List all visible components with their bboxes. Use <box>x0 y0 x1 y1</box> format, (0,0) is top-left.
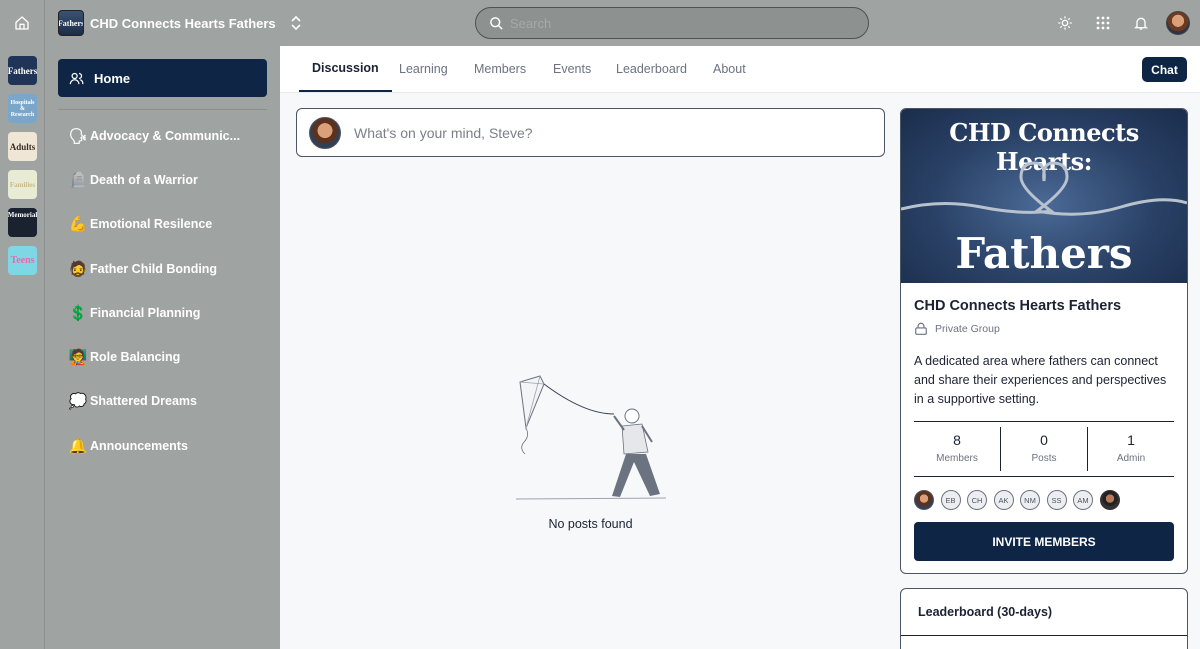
search-icon <box>490 16 503 30</box>
home-button[interactable] <box>0 0 45 46</box>
users-icon <box>69 72 84 84</box>
search-input[interactable] <box>510 15 830 31</box>
sidebar-item-role-balancing[interactable]: 🧑‍🏫 Role Balancing <box>68 345 181 369</box>
stat-admin[interactable]: 1 Admin <box>1087 427 1174 471</box>
apps-button[interactable] <box>1084 0 1122 46</box>
rail-group-teens[interactable]: Teens <box>8 246 37 275</box>
stat-posts: 0 Posts <box>1000 427 1087 471</box>
home-icon <box>15 16 29 30</box>
rail-group-adults[interactable]: Adults <box>8 132 37 161</box>
chat-button[interactable]: Chat <box>1142 57 1187 82</box>
composer-placeholder: What's on your mind, Steve? <box>354 124 533 141</box>
teacher-icon: 🧑‍🏫 <box>68 349 88 366</box>
sidebar-item-announcements[interactable]: 🔔 Announcements <box>68 434 188 458</box>
rail-group-fathers[interactable]: Fathers <box>8 56 37 85</box>
member-avatar[interactable]: CH <box>967 490 987 510</box>
flexed-biceps-icon: 💪 <box>68 216 88 233</box>
post-composer[interactable]: What's on your mind, Steve? <box>296 108 885 157</box>
sidebar-item-label: Home <box>94 70 131 86</box>
avatar <box>309 116 341 149</box>
group-description: A dedicated area where fathers can conne… <box>914 354 1167 406</box>
group-switcher[interactable]: Fathers CHD Connects Hearts Fathers <box>58 10 302 36</box>
sidebar: Home 🗣 Advocacy & Communic... 🪦 Death of a… <box>45 46 280 649</box>
chevron-up-down-icon[interactable] <box>290 15 302 31</box>
dollar-sign-icon: 💲 <box>68 305 88 322</box>
sidebar-item-advocacy[interactable]: 🗣 Advocacy & Communic... <box>68 124 240 148</box>
headstone-icon: 🪦 <box>68 172 88 189</box>
member-avatar[interactable]: EB <box>940 490 961 510</box>
tab-leaderboard[interactable]: Leaderboard <box>616 46 687 92</box>
sidebar-item-shattered-dreams[interactable]: 💭 Shattered Dreams <box>68 389 197 413</box>
sidebar-item-home[interactable]: Home <box>58 59 267 97</box>
sun-icon <box>1058 16 1072 30</box>
theme-toggle[interactable] <box>1046 0 1084 46</box>
lock-icon <box>915 322 927 335</box>
tab-learning[interactable]: Learning <box>399 46 448 92</box>
privacy-label: Private Group <box>914 322 1000 335</box>
notifications-button[interactable] <box>1122 0 1160 46</box>
bell-icon <box>1134 17 1148 30</box>
leaderboard-title: Leaderboard (30-days) <box>918 605 1053 619</box>
person-face-icon: 🧔 <box>68 261 88 278</box>
user-avatar[interactable] <box>1166 11 1190 35</box>
empty-message: No posts found <box>548 517 633 531</box>
group-stats: 8 Members 0 Posts 1 Admin <box>914 427 1174 471</box>
sidebar-divider <box>58 109 267 110</box>
rail-group-hospitals[interactable]: Hospitals & Research <box>8 94 37 123</box>
group-info-card: CHD Connects Hearts: Fathers CHD Connect… <box>900 108 1188 574</box>
rail-group-memorial[interactable]: Memorial <box>8 208 37 237</box>
invite-members-button[interactable]: INVITE MEMBERS <box>914 522 1174 561</box>
search-bar[interactable] <box>475 7 869 39</box>
member-avatars: EB CH AK NM SS AM <box>914 490 1126 510</box>
speaking-head-icon: 🗣 <box>68 128 88 145</box>
group-logo: Fathers <box>58 10 84 36</box>
member-avatar[interactable] <box>1099 490 1120 510</box>
group-name: CHD Connects Hearts Fathers <box>90 15 276 31</box>
group-title: CHD Connects Hearts Fathers <box>914 298 1122 314</box>
divider <box>914 476 1174 477</box>
member-avatar[interactable]: AM <box>1073 490 1093 510</box>
group-cover: CHD Connects Hearts: Fathers <box>901 109 1187 283</box>
member-avatar[interactable]: NM <box>1020 490 1040 510</box>
heart-ribbon-icon <box>901 161 1187 216</box>
top-actions <box>1046 0 1200 46</box>
tab-about[interactable]: About <box>713 46 746 92</box>
divider <box>901 635 1187 636</box>
tab-members[interactable]: Members <box>474 46 526 92</box>
member-avatar[interactable]: AK <box>993 490 1014 510</box>
empty-feed: No posts found <box>296 370 885 540</box>
sidebar-item-emotional-resilence[interactable]: 💪 Emotional Resilence <box>68 212 213 236</box>
sidebar-item-death-of-a-warrior[interactable]: 🪦 Death of a Warrior <box>68 168 198 192</box>
sidebar-item-father-child-bonding[interactable]: 🧔 Father Child Bonding <box>68 257 217 281</box>
grid-icon <box>1096 16 1110 30</box>
kite-illustration <box>515 375 667 500</box>
top-bar: Fathers CHD Connects Hearts Fathers <box>0 0 1200 46</box>
thought-bubble-icon: 💭 <box>68 393 88 410</box>
tab-discussion[interactable]: Discussion <box>299 46 392 92</box>
cover-subtitle: Fathers <box>955 229 1133 278</box>
leaderboard-card: Leaderboard (30-days) <box>900 588 1188 649</box>
divider <box>914 421 1174 422</box>
sidebar-item-financial-planning[interactable]: 💲 Financial Planning <box>68 301 201 325</box>
group-rail: Fathers Hospitals & Research Adults Fami… <box>0 46 45 649</box>
member-avatar[interactable]: SS <box>1046 490 1067 510</box>
rail-group-families[interactable]: Families <box>8 170 37 199</box>
stat-members[interactable]: 8 Members <box>914 427 1000 471</box>
tab-events[interactable]: Events <box>553 46 591 92</box>
tab-bar: Discussion Learning Members Events Leade… <box>280 46 1200 93</box>
bell-icon: 🔔 <box>68 438 88 455</box>
member-avatar[interactable] <box>914 490 934 510</box>
